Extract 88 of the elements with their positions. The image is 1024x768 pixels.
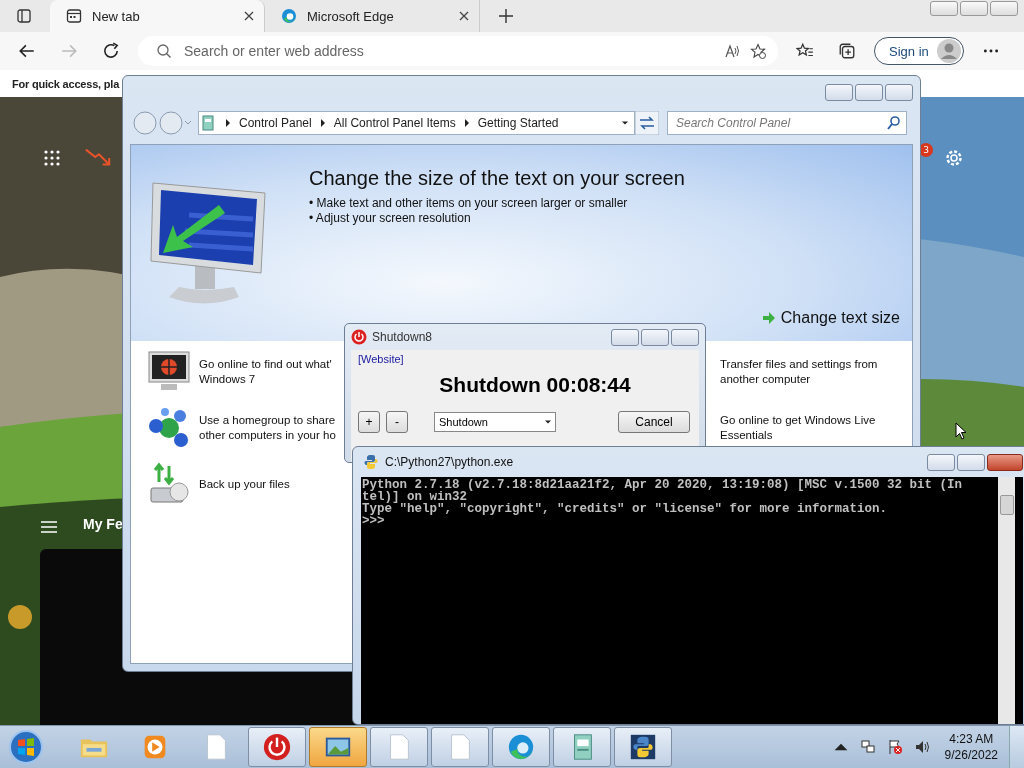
mode-dropdown[interactable]: Shutdown [434, 412, 556, 432]
sign-in-button[interactable]: Sign in [874, 37, 964, 65]
action-center-icon[interactable] [886, 739, 903, 755]
breadcrumb-item[interactable]: Control Panel [239, 116, 312, 130]
countdown-text: Shutdown 00:08:44 [439, 373, 631, 397]
close-button[interactable] [885, 84, 913, 101]
maximize-button[interactable] [641, 328, 669, 346]
banner-title: Change the size of the text on your screen [309, 167, 685, 190]
power-icon [351, 329, 367, 345]
clock-time: 4:23 AM [949, 731, 994, 747]
banner-bullet: • Make text and other items on your screen larger or smaller [309, 196, 629, 211]
window-title: C:\Python27\python.exe [385, 455, 514, 469]
apps-grid-icon[interactable] [43, 149, 61, 167]
backup-drive-icon [147, 462, 191, 506]
minimize-button[interactable] [930, 1, 958, 16]
power-icon [262, 732, 292, 762]
minimize-button[interactable] [825, 84, 853, 101]
dropdown-icon[interactable] [622, 119, 628, 127]
task-link[interactable]: Go online to find out what' Windows 7 [199, 357, 332, 387]
tab-label: Microsoft Edge [307, 8, 395, 24]
dropdown-arrow-icon [545, 418, 551, 426]
chevron-icon [319, 119, 326, 127]
clock-date: 9/26/2022 [944, 747, 998, 763]
arrow-icon [760, 310, 777, 326]
browser-tab[interactable]: New tab [50, 0, 265, 32]
show-desktop-button[interactable] [1009, 726, 1024, 768]
address-input[interactable]: Search or enter web address [182, 42, 714, 60]
address-bar[interactable]: Search or enter web address [138, 36, 778, 66]
search-field[interactable]: Search Control Panel [667, 111, 907, 135]
taskbar-button[interactable] [309, 727, 367, 767]
minimize-button[interactable] [611, 328, 639, 346]
edge-icon [281, 8, 297, 24]
tab-actions-icon[interactable] [16, 8, 32, 24]
banner-bullet: • Adjust your screen resolution [309, 211, 472, 226]
speaker-icon[interactable] [913, 739, 930, 755]
settings-icon[interactable] [944, 148, 964, 168]
task-link[interactable]: Go online to get Windows Live Essentials [720, 413, 876, 443]
read-aloud-icon[interactable] [724, 43, 740, 59]
console-line: tel)] on win32 [362, 491, 468, 503]
clock[interactable]: 4:23 AM 9/26/2022 [936, 731, 1006, 763]
tab-label: New tab [92, 8, 141, 24]
minimize-button[interactable] [927, 453, 955, 471]
chevron-icon [463, 119, 470, 127]
add-favorite-icon[interactable] [750, 43, 766, 59]
avatar-icon [936, 39, 961, 63]
python-icon [363, 454, 379, 470]
control-panel-icon [201, 115, 217, 131]
homegroup-icon [147, 406, 191, 450]
close-icon[interactable] [244, 11, 254, 21]
menu-icon[interactable] [41, 521, 57, 533]
cancel-button[interactable]: Cancel [618, 411, 690, 433]
restore-button[interactable] [960, 1, 988, 16]
start-button[interactable] [8, 729, 44, 765]
breadcrumb-bar[interactable]: Control Panel All Control Panel Items Getting Started [198, 111, 635, 135]
maximize-button[interactable] [957, 453, 985, 471]
feed-title: My Fe [83, 516, 123, 532]
scrollbar[interactable] [998, 477, 1015, 724]
task-link[interactable]: Transfer files and settings from another computer [720, 357, 878, 387]
close-button[interactable] [671, 328, 699, 346]
window-title: Shutdown8 [372, 330, 433, 344]
console-line: >>> [362, 515, 385, 527]
task-link[interactable]: Back up your files [199, 476, 290, 492]
new-tab-plus-icon[interactable] [498, 8, 514, 24]
taskbar-button[interactable] [614, 727, 672, 767]
maximize-button[interactable] [855, 84, 883, 101]
close-icon[interactable] [459, 11, 469, 21]
plus-button[interactable]: + [358, 411, 380, 433]
change-text-size-link[interactable]: Change text size [760, 309, 900, 327]
breadcrumb-item[interactable]: Getting Started [477, 116, 559, 130]
favorites-hint: For quick access, pla [12, 77, 120, 90]
taskbar-button[interactable] [248, 727, 306, 767]
trend-arrow-icon [84, 147, 112, 169]
website-link[interactable]: [Website] [358, 353, 404, 365]
minus-button[interactable]: - [386, 411, 408, 433]
network-icon[interactable] [859, 739, 876, 755]
console-line: Type "help", "copyright", "credits" or "license" for more information. [362, 503, 889, 515]
python-icon [628, 732, 658, 762]
breadcrumb-item[interactable]: All Control Panel Items [333, 116, 456, 130]
console-line: Python 2.7.18 (v2.7.18:8d21aa21f2, Apr 20 2020, 13:19:08) [MSC v.1500 32 bit (In [362, 479, 964, 491]
close-button[interactable] [987, 453, 1023, 471]
task-link[interactable]: Use a homegroup to share other computers in your ho [199, 413, 336, 443]
search-icon [886, 115, 902, 131]
search-icon [156, 43, 172, 59]
edge-icon [506, 732, 536, 762]
cursor-icon [955, 422, 967, 440]
chevron-icon [225, 119, 231, 127]
back-forward-icon[interactable] [132, 110, 192, 136]
new-tab-icon [66, 8, 82, 24]
